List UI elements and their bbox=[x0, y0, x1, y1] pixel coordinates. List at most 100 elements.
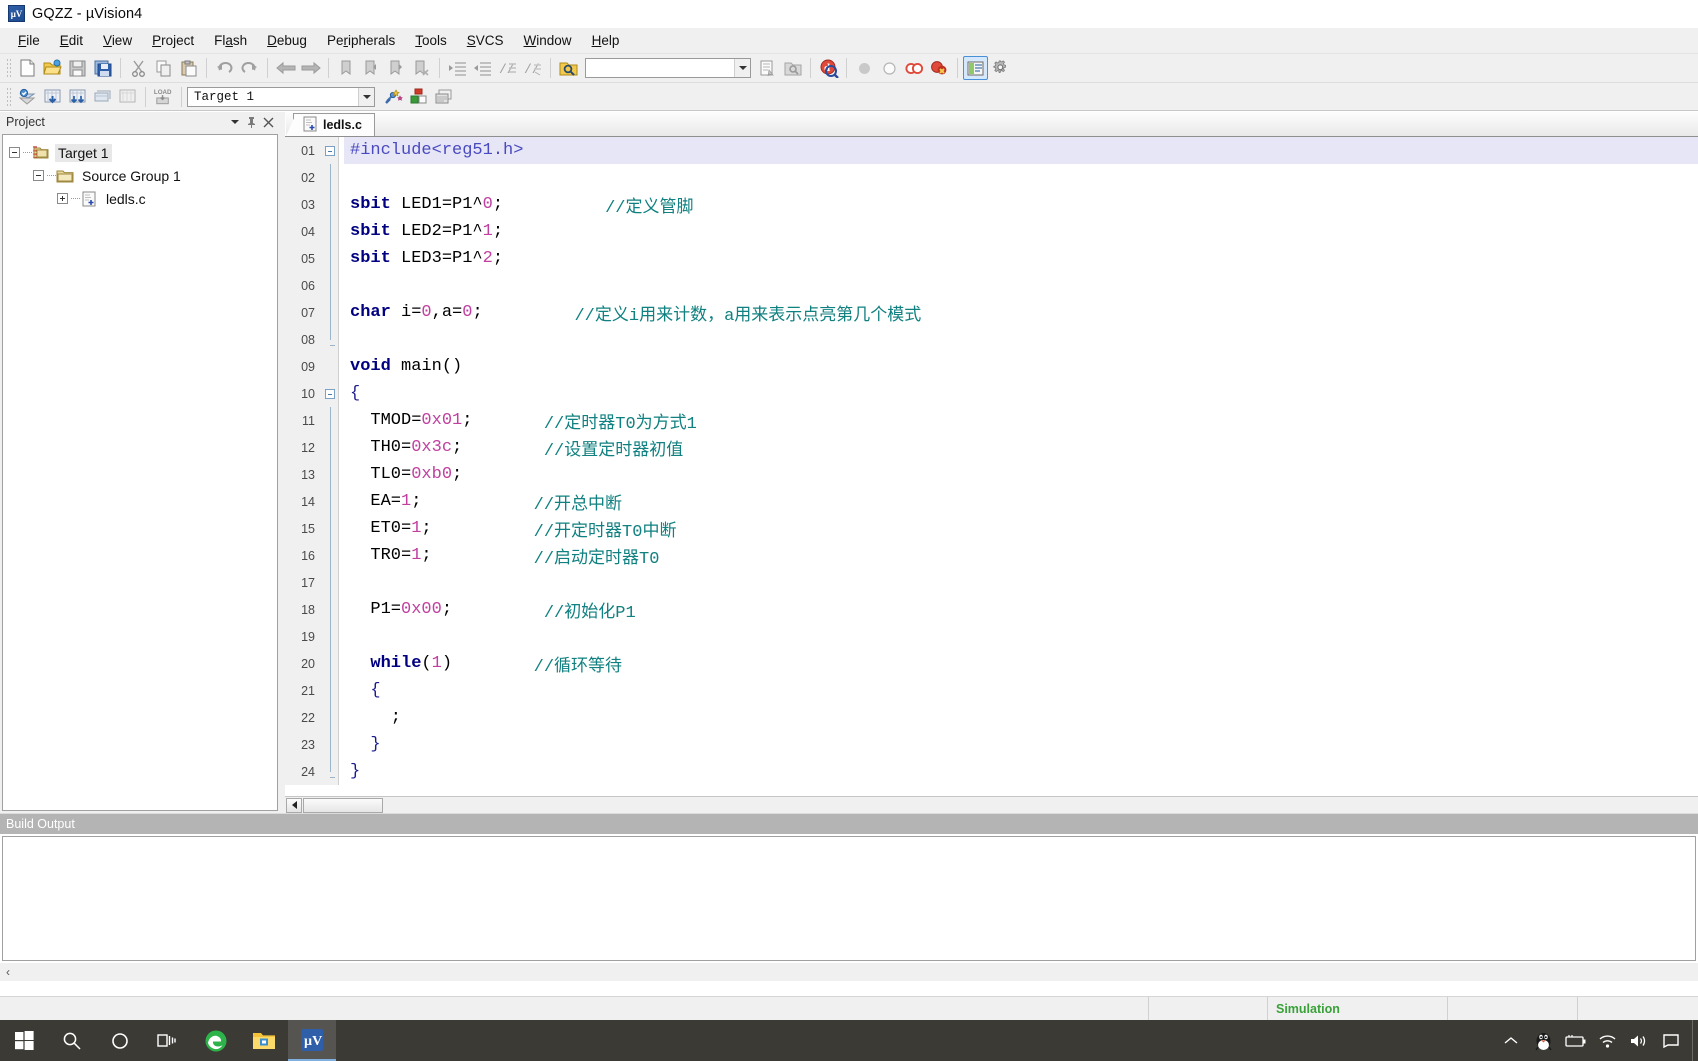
build-target-icon[interactable] bbox=[40, 85, 65, 109]
code-text[interactable]: { bbox=[344, 380, 1698, 407]
code-text[interactable] bbox=[344, 272, 1698, 299]
new-file-icon[interactable] bbox=[15, 56, 40, 80]
editor-horizontal-scrollbar[interactable] bbox=[285, 796, 1698, 813]
fold-column[interactable] bbox=[321, 434, 338, 461]
breakpoint-filled-icon[interactable] bbox=[852, 56, 877, 80]
fold-column[interactable] bbox=[321, 353, 338, 380]
panel-pin-icon[interactable] bbox=[244, 115, 259, 130]
code-line[interactable]: 15 ET0= 1; //开定时器T0中断 bbox=[285, 515, 1698, 542]
code-line[interactable]: 13 TL0= 0xb0; bbox=[285, 461, 1698, 488]
fold-column[interactable] bbox=[321, 542, 338, 569]
project-window-icon[interactable] bbox=[963, 56, 988, 80]
fold-column[interactable] bbox=[321, 515, 338, 542]
build-output-content[interactable] bbox=[2, 836, 1696, 961]
comment-icon[interactable]: // bbox=[495, 56, 520, 80]
code-line[interactable]: 01 #include<reg51.h> bbox=[285, 137, 1698, 164]
code-text[interactable] bbox=[344, 164, 1698, 191]
code-text[interactable]: ; bbox=[344, 704, 1698, 731]
tree-item-ledls-c[interactable]: ledls.c bbox=[9, 187, 277, 210]
find-in-files-icon[interactable] bbox=[556, 56, 581, 80]
start-debug-icon[interactable]: d bbox=[816, 56, 841, 80]
bookmark-toggle-icon[interactable] bbox=[334, 56, 359, 80]
taskbar-cortana-icon[interactable] bbox=[96, 1020, 144, 1061]
chevron-down-icon[interactable] bbox=[734, 59, 750, 77]
bookmark-next-icon[interactable] bbox=[384, 56, 409, 80]
save-all-icon[interactable] bbox=[90, 56, 115, 80]
taskbar-uvision-icon[interactable]: µV bbox=[288, 1020, 336, 1061]
fold-column[interactable] bbox=[321, 677, 338, 704]
tree-item-target-1[interactable]: Target 1 bbox=[9, 141, 277, 164]
navigate-back-icon[interactable] bbox=[273, 56, 298, 80]
code-text[interactable]: sbit LED1=P1^ 0; //定义管脚 bbox=[344, 191, 1698, 218]
code-line[interactable]: 04 sbit LED2=P1^ 1; bbox=[285, 218, 1698, 245]
code-line[interactable]: 10 { bbox=[285, 380, 1698, 407]
code-line[interactable]: 21 { bbox=[285, 677, 1698, 704]
open-file-icon[interactable] bbox=[40, 56, 65, 80]
code-text[interactable]: #include<reg51.h> bbox=[344, 137, 1698, 164]
expand-icon[interactable] bbox=[57, 193, 68, 204]
fold-column[interactable] bbox=[321, 380, 338, 407]
fold-column[interactable] bbox=[321, 758, 338, 785]
fold-column[interactable] bbox=[321, 245, 338, 272]
menu-item-window[interactable]: Window bbox=[514, 30, 582, 51]
cut-icon[interactable] bbox=[126, 56, 151, 80]
code-text[interactable]: sbit LED2=P1^ 1; bbox=[344, 218, 1698, 245]
code-text[interactable] bbox=[344, 623, 1698, 650]
code-line[interactable]: 18 P1= 0x00; //初始化P1 bbox=[285, 596, 1698, 623]
taskbar-edge-icon[interactable] bbox=[192, 1020, 240, 1061]
tray-battery-icon[interactable] bbox=[1560, 1020, 1590, 1061]
code-text[interactable]: EA= 1; //开总中断 bbox=[344, 488, 1698, 515]
code-text[interactable]: TL0= 0xb0; bbox=[344, 461, 1698, 488]
code-line[interactable]: 11 TMOD= 0x01; //定时器T0为方式1 bbox=[285, 407, 1698, 434]
code-scroll-area[interactable]: 01 #include<reg51.h> 02 03 sbit LED1=P1^ 0; /… bbox=[285, 137, 1698, 796]
code-line[interactable]: 08 bbox=[285, 326, 1698, 353]
code-line[interactable]: 20 while(1) //循环等待 bbox=[285, 650, 1698, 677]
menu-item-file[interactable]: File bbox=[8, 30, 50, 51]
code-line[interactable]: 06 bbox=[285, 272, 1698, 299]
code-text[interactable]: TH0= 0x3c; //设置定时器初值 bbox=[344, 434, 1698, 461]
menu-item-flash[interactable]: Flash bbox=[204, 30, 257, 51]
menu-item-tools[interactable]: Tools bbox=[405, 30, 457, 51]
code-text[interactable]: ET0= 1; //开定时器T0中断 bbox=[344, 515, 1698, 542]
navigate-forward-icon[interactable] bbox=[298, 56, 323, 80]
code-line[interactable]: 24} bbox=[285, 758, 1698, 785]
code-text[interactable]: sbit LED3=P1^ 2; bbox=[344, 245, 1698, 272]
tray-volume-icon[interactable] bbox=[1624, 1020, 1654, 1061]
code-line[interactable]: 05 sbit LED3=P1^ 2; bbox=[285, 245, 1698, 272]
scrollbar-thumb[interactable] bbox=[303, 797, 383, 813]
save-icon[interactable] bbox=[65, 56, 90, 80]
windows-start-icon[interactable] bbox=[0, 1020, 48, 1061]
configure-icon[interactable] bbox=[988, 56, 1013, 80]
multi-project-icon[interactable] bbox=[431, 85, 456, 109]
fold-column[interactable] bbox=[321, 191, 338, 218]
tray-network-icon[interactable] bbox=[1592, 1020, 1622, 1061]
menu-item-help[interactable]: Help bbox=[582, 30, 630, 51]
fold-column[interactable] bbox=[321, 650, 338, 677]
code-line[interactable]: 19 bbox=[285, 623, 1698, 650]
find-next-icon[interactable] bbox=[780, 56, 805, 80]
fold-column[interactable] bbox=[321, 569, 338, 596]
paste-icon[interactable] bbox=[176, 56, 201, 80]
code-line[interactable]: 17 bbox=[285, 569, 1698, 596]
code-line[interactable]: 22 ; bbox=[285, 704, 1698, 731]
menu-item-svcs[interactable]: SVCS bbox=[457, 30, 514, 51]
code-line[interactable]: 12 TH0= 0x3c; //设置定时器初值 bbox=[285, 434, 1698, 461]
fold-column[interactable] bbox=[321, 137, 338, 164]
breakpoints-disable-all-icon[interactable] bbox=[902, 56, 927, 80]
uncomment-icon[interactable]: // bbox=[520, 56, 545, 80]
target-options-icon[interactable] bbox=[381, 85, 406, 109]
code-text[interactable]: void main() bbox=[344, 353, 1698, 380]
editor-tab-ledls-c[interactable]: ledls.c bbox=[285, 113, 375, 136]
code-text[interactable]: TR0= 1; //启动定时器T0 bbox=[344, 542, 1698, 569]
code-text[interactable] bbox=[344, 569, 1698, 596]
indent-decrease-icon[interactable] bbox=[470, 56, 495, 80]
code-editor[interactable]: 01 #include<reg51.h> 02 03 sbit LED1=P1^ 0; /… bbox=[285, 137, 1698, 796]
fold-collapse-icon[interactable] bbox=[324, 145, 335, 156]
rebuild-all-icon[interactable] bbox=[65, 85, 90, 109]
code-text[interactable]: { bbox=[344, 677, 1698, 704]
fold-column[interactable] bbox=[321, 731, 338, 758]
fold-column[interactable] bbox=[321, 623, 338, 650]
fold-column[interactable] bbox=[321, 326, 338, 353]
tray-action-center-icon[interactable] bbox=[1656, 1020, 1686, 1061]
code-line[interactable]: 23 } bbox=[285, 731, 1698, 758]
